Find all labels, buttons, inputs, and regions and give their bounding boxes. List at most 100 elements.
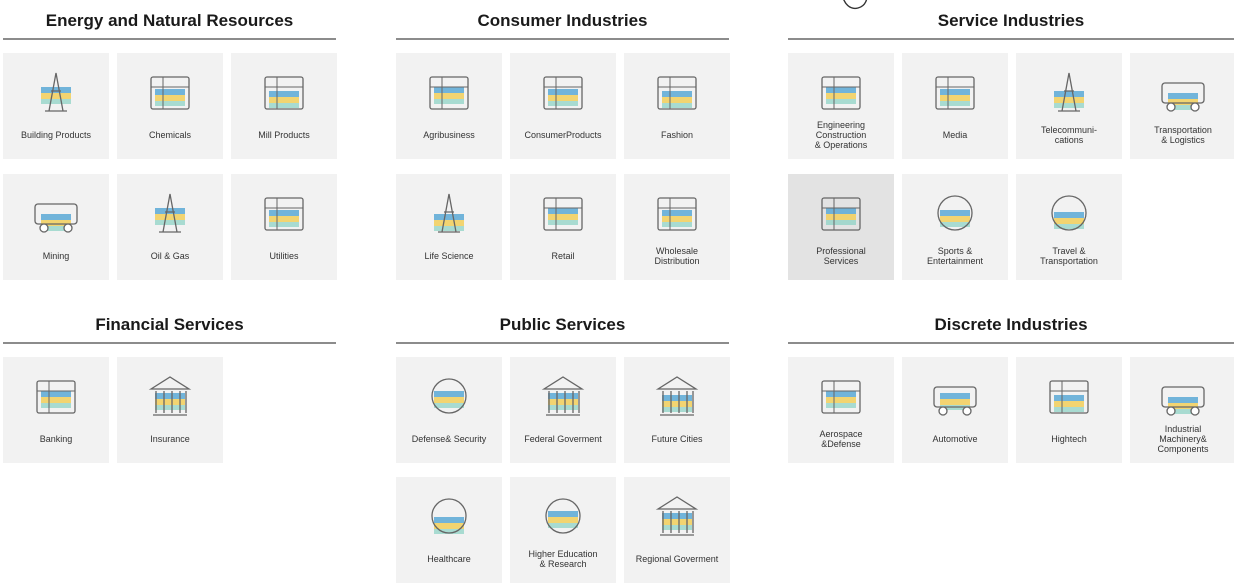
industry-tile-label: Mill Products xyxy=(258,130,310,140)
group-divider xyxy=(788,342,1234,344)
industry-tile-label: Federal Goverment xyxy=(524,434,602,444)
industry-tile[interactable]: Utilities xyxy=(231,174,337,280)
retail-shoppers-icon xyxy=(533,188,593,238)
group-energy-natural-resources: Energy and Natural Resources Building Pr… xyxy=(3,8,337,280)
industry-tile[interactable]: Healthcare xyxy=(396,477,502,583)
industry-tile-label: Defense& Security xyxy=(411,434,487,444)
industry-tile[interactable]: Transportation & Logistics xyxy=(1130,53,1234,159)
industry-tile[interactable]: Agribusiness xyxy=(396,53,502,159)
industry-tile-label: Insurance xyxy=(150,434,190,444)
industry-tile[interactable]: Hightech xyxy=(1016,357,1122,463)
tile-grid: Defense& Security Federal Goverment Futu… xyxy=(396,357,730,583)
airplane-icon xyxy=(811,371,871,421)
shopping-bag-icon xyxy=(533,67,593,117)
industry-tile-label: Fashion xyxy=(660,130,694,140)
industry-tile[interactable]: Telecommuni- cations xyxy=(1016,53,1122,159)
tile-grid: Building Products Chemicals Mill Product… xyxy=(3,53,337,280)
group-title: Discrete Industries xyxy=(934,315,1088,334)
group-title: Energy and Natural Resources xyxy=(45,11,294,30)
industry-tile-label: Banking xyxy=(39,434,73,444)
industry-tile-label: ConsumerProducts xyxy=(524,130,602,140)
industry-tile[interactable]: Professional Services xyxy=(788,174,894,280)
industry-tile-label: Hightech xyxy=(1051,434,1087,444)
industry-tile[interactable]: Aerospace &Defense xyxy=(788,357,894,463)
city-skyline-icon xyxy=(647,371,707,421)
industry-tile-label: Media xyxy=(942,130,968,140)
industry-tile-label: Agribusiness xyxy=(423,130,475,140)
industry-tile-label: Engineering Construction & Operations xyxy=(814,120,868,150)
industry-tile-label: Wholesale Distribution xyxy=(654,246,700,266)
group-divider xyxy=(788,38,1234,40)
group-title: Financial Services xyxy=(95,315,244,334)
industry-tile-label: Oil & Gas xyxy=(150,251,190,261)
industry-tile[interactable]: Engineering Construction & Operations xyxy=(788,53,894,159)
industry-tile-label: Future Cities xyxy=(651,434,703,444)
conveyor-belt-icon xyxy=(1153,371,1213,421)
industry-tile[interactable]: Insurance xyxy=(117,357,223,463)
globe-icon xyxy=(1039,188,1099,238)
industry-tile[interactable]: Mining xyxy=(3,174,109,280)
engineering-machine-icon xyxy=(811,67,871,117)
tile-grid: Banking Insurance xyxy=(3,357,336,463)
tile-grid: Agribusiness ConsumerProducts Fashion Li… xyxy=(396,53,730,280)
graduation-globe-icon xyxy=(533,491,593,541)
industry-tile[interactable]: Defense& Security xyxy=(396,357,502,463)
power-plug-icon xyxy=(254,188,314,238)
group-divider xyxy=(3,342,336,344)
delivery-truck-icon xyxy=(1153,67,1213,117)
crane-building-icon xyxy=(26,67,86,117)
group-title: Consumer Industries xyxy=(477,11,648,30)
mill-rack-icon xyxy=(254,67,314,117)
industry-tile[interactable]: Mill Products xyxy=(231,53,337,159)
industry-tile-label: Life Science xyxy=(424,251,474,261)
capitol-building-icon xyxy=(533,371,593,421)
tractor-icon xyxy=(419,67,479,117)
industry-tile[interactable]: Travel & Transportation xyxy=(1016,174,1122,280)
group-divider xyxy=(3,38,336,40)
industry-tile[interactable]: Retail xyxy=(510,174,616,280)
industry-tile-label: Higher Education & Research xyxy=(528,549,598,569)
industry-tile[interactable]: Sports & Entertainment xyxy=(902,174,1008,280)
industry-tile-label: Professional Services xyxy=(816,246,866,266)
industry-tile-label: Aerospace &Defense xyxy=(819,429,863,449)
industry-tile[interactable]: Higher Education & Research xyxy=(510,477,616,583)
industry-tile[interactable]: Federal Goverment xyxy=(510,357,616,463)
industry-tile[interactable]: Banking xyxy=(3,357,109,463)
industry-tile-label: Sports & Entertainment xyxy=(926,246,984,266)
group-financial-services: Financial Services Banking Insurance xyxy=(3,312,336,463)
industry-tile[interactable]: Regional Goverment xyxy=(624,477,730,583)
industry-tile[interactable]: Wholesale Distribution xyxy=(624,174,730,280)
tile-grid: Aerospace &Defense Automotive Hightech I… xyxy=(788,357,1234,463)
soccer-ball-icon xyxy=(925,188,985,238)
industry-tile[interactable]: ConsumerProducts xyxy=(510,53,616,159)
forklift-worker-icon xyxy=(647,188,707,238)
circuit-chip-icon xyxy=(1039,371,1099,421)
industry-tile-label: Utilities xyxy=(269,251,299,261)
media-bubbles-icon xyxy=(925,67,985,117)
tile-grid: Engineering Construction & Operations Me… xyxy=(788,53,1234,280)
industry-tile-label: Mining xyxy=(42,251,70,261)
shield-icon xyxy=(419,371,479,421)
industry-tile[interactable]: Chemicals xyxy=(117,53,223,159)
industry-tile[interactable]: Media xyxy=(902,53,1008,159)
industry-tile-label: Regional Goverment xyxy=(635,554,719,564)
industry-tile-label: Automotive xyxy=(932,434,978,444)
industry-tile[interactable]: Automotive xyxy=(902,357,1008,463)
industry-tile[interactable]: Building Products xyxy=(3,53,109,159)
industry-tile-label: Chemicals xyxy=(148,130,191,140)
group-title: Service Industries xyxy=(937,11,1085,30)
industry-tile[interactable]: Life Science xyxy=(396,174,502,280)
industry-tile[interactable]: Industrial Machinery& Components xyxy=(1130,357,1234,463)
industry-tile-label: Building Products xyxy=(20,130,92,140)
industry-tile[interactable]: Fashion xyxy=(624,53,730,159)
group-service-industries: Service Industries Engineering Construct… xyxy=(788,8,1234,280)
industry-tile-label: Healthcare xyxy=(427,554,471,564)
industry-tile[interactable]: Oil & Gas xyxy=(117,174,223,280)
industry-tile-label: Travel & Transportation xyxy=(1040,246,1098,266)
car-icon xyxy=(925,371,985,421)
dress-on-hanger-icon xyxy=(647,67,707,117)
industry-tile-label: Telecommuni- cations xyxy=(1040,125,1098,145)
group-discrete-industries: Discrete Industries Aerospace &Defense A… xyxy=(788,312,1234,463)
industry-tile-label: Retail xyxy=(551,251,575,261)
industry-tile[interactable]: Future Cities xyxy=(624,357,730,463)
